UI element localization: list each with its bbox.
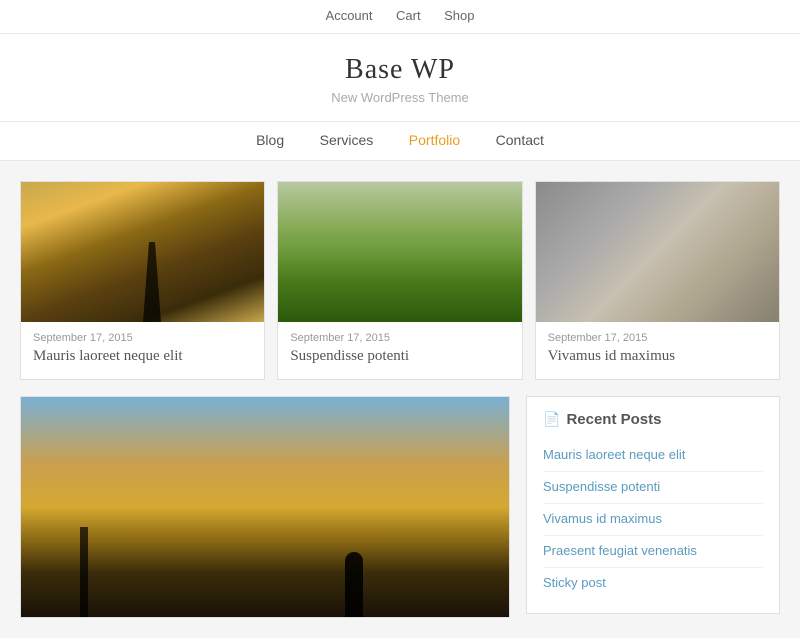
post-title-1[interactable]: Mauris laoreet neque elit: [21, 348, 264, 379]
sidebar: 📄 Recent Posts Mauris laoreet neque elit…: [526, 396, 780, 614]
sidebar-post-item-2: Suspendisse potenti: [543, 472, 763, 504]
sidebar-title-text: Recent Posts: [566, 411, 661, 428]
recent-posts-icon: 📄: [543, 411, 560, 428]
featured-post-card: [20, 396, 510, 618]
site-subtitle: New WordPress Theme: [0, 90, 800, 105]
bottom-section: 📄 Recent Posts Mauris laoreet neque elit…: [20, 396, 780, 618]
post-title-3[interactable]: Vivamus id maximus: [536, 348, 779, 379]
sidebar-post-item-3: Vivamus id maximus: [543, 504, 763, 536]
post-date-2: September 17, 2015: [278, 322, 521, 348]
post-title-2[interactable]: Suspendisse potenti: [278, 348, 521, 379]
posts-grid: September 17, 2015 Mauris laoreet neque …: [20, 181, 780, 380]
post-image-1: [21, 182, 264, 322]
large-sunset-image: [21, 397, 509, 617]
shells-image: [536, 182, 779, 322]
featured-post-image: [21, 397, 509, 617]
post-card-2: September 17, 2015 Suspendisse potenti: [277, 181, 522, 380]
post-date-1: September 17, 2015: [21, 322, 264, 348]
sidebar-post-item-5: Sticky post: [543, 568, 763, 599]
sidebar-post-link-4[interactable]: Praesent feugiat venenatis: [543, 543, 697, 558]
site-header: Base WP New WordPress Theme: [0, 34, 800, 121]
post-image-3: [536, 182, 779, 322]
account-link[interactable]: Account: [326, 8, 373, 23]
post-image-2: [278, 182, 521, 322]
cart-link[interactable]: Cart: [396, 8, 421, 23]
sidebar-title: 📄 Recent Posts: [543, 411, 763, 428]
nav-contact[interactable]: Contact: [496, 132, 544, 148]
sidebar-post-item-4: Praesent feugiat venenatis: [543, 536, 763, 568]
sidebar-post-link-3[interactable]: Vivamus id maximus: [543, 511, 662, 526]
nav-blog[interactable]: Blog: [256, 132, 284, 148]
post-card-1: September 17, 2015 Mauris laoreet neque …: [20, 181, 265, 380]
tuscany-image: [278, 182, 521, 322]
top-bar: Account Cart Shop: [0, 0, 800, 34]
shop-link[interactable]: Shop: [444, 8, 474, 23]
post-card-3: September 17, 2015 Vivamus id maximus: [535, 181, 780, 380]
sidebar-post-link-5[interactable]: Sticky post: [543, 575, 606, 590]
nav-portfolio[interactable]: Portfolio: [409, 132, 460, 148]
sidebar-post-link-2[interactable]: Suspendisse potenti: [543, 479, 660, 494]
sunset-girl-image: [21, 182, 264, 322]
post-date-3: September 17, 2015: [536, 322, 779, 348]
sidebar-post-link-1[interactable]: Mauris laoreet neque elit: [543, 447, 685, 462]
page-content: September 17, 2015 Mauris laoreet neque …: [10, 181, 790, 618]
sidebar-post-item-1: Mauris laoreet neque elit: [543, 440, 763, 472]
nav-services[interactable]: Services: [320, 132, 374, 148]
main-nav: Blog Services Portfolio Contact: [0, 121, 800, 161]
site-title: Base WP: [0, 54, 800, 86]
sidebar-posts-list: Mauris laoreet neque elit Suspendisse po…: [543, 440, 763, 599]
